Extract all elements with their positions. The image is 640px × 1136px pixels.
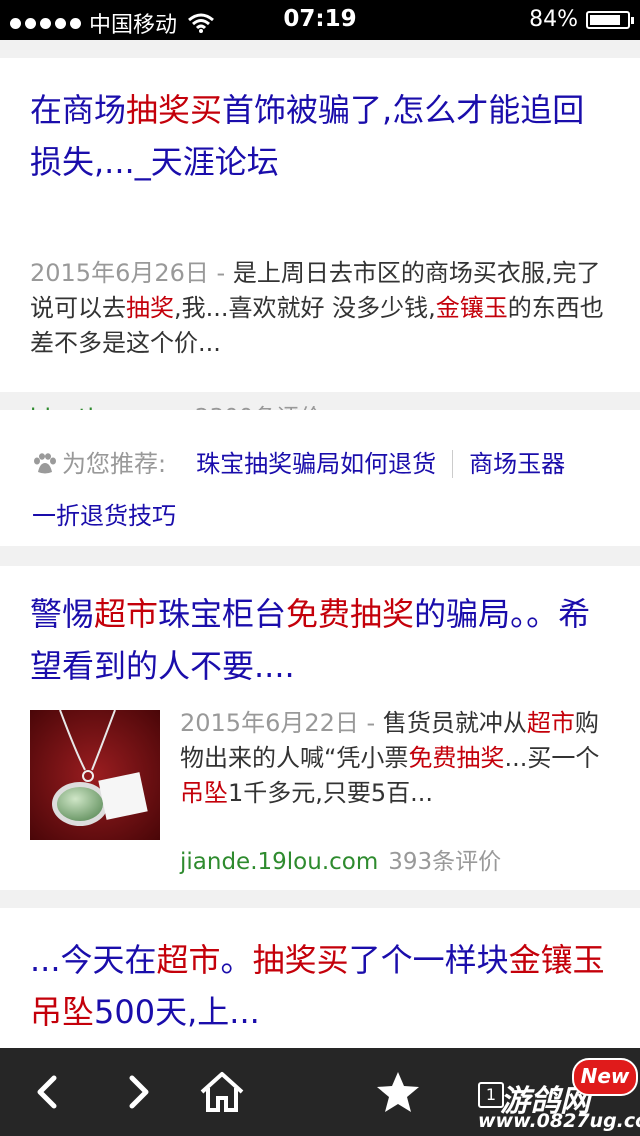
text-run: 珠宝柜台 — [158, 595, 287, 633]
result-meta: jiande.19lou.com 393条评价 — [180, 842, 501, 876]
result-date: 2015年6月26日 - — [30, 259, 226, 287]
result-thumbnail[interactable] — [30, 710, 160, 840]
watermark-url: www.0827ug.com — [478, 1110, 640, 1132]
text-run: ...买一个 — [504, 744, 600, 772]
highlight-keyword: 金镶玉 — [435, 294, 508, 322]
result-title-link[interactable]: ...今天在超市。抽奖买了个一样块金镶玉吊坠500天,上... — [0, 908, 640, 1038]
review-count: 393条评价 — [388, 849, 502, 875]
paw-icon — [34, 453, 56, 474]
pendant-image — [30, 710, 160, 840]
back-icon[interactable] — [24, 1070, 72, 1114]
highlight-keyword: 免费抽奖 — [408, 744, 505, 772]
forward-icon[interactable] — [114, 1070, 162, 1114]
highlight-keyword: 免费抽奖 — [286, 595, 415, 633]
recommend-link[interactable]: 珠宝抽奖骗局如何退货 — [196, 450, 436, 478]
highlight-keyword: 超市 — [94, 595, 159, 633]
search-result[interactable]: 警惕超市珠宝柜台免费抽奖的骗局。。希望看到的人不要.... 2015年6月22日… — [0, 566, 640, 890]
highlight-keyword: 抽奖买 — [252, 941, 349, 979]
result-snippet: 2015年6月26日 - 是上周日去市区的商场买衣服,完了说可以去抽奖,我...… — [30, 256, 620, 361]
search-result[interactable]: 在商场抽奖买首饰被骗了,怎么才能追回损失,..._天涯论坛 2015年6月26日… — [0, 58, 640, 431]
star-icon[interactable] — [374, 1070, 422, 1114]
result-title-link[interactable]: 警惕超市珠宝柜台免费抽奖的骗局。。希望看到的人不要.... — [0, 566, 640, 692]
text-run: 了个一样块 — [348, 941, 509, 979]
result-url[interactable]: jiande.19lou.com — [180, 849, 378, 875]
home-icon[interactable] — [198, 1070, 246, 1114]
highlight-keyword: 吊坠 — [180, 779, 228, 807]
result-date: 2015年6月22日 - — [180, 709, 376, 737]
text-run: 警惕 — [30, 595, 95, 633]
recommend-link[interactable]: 一折退货技巧 — [32, 502, 176, 530]
recommendation-panel: 为您推荐: 珠宝抽奖骗局如何退货 商场玉器一折退货技巧 — [0, 410, 640, 546]
text-run: ,我...喜欢就好 没多少钱, — [174, 294, 436, 322]
text-run: 。 — [220, 941, 253, 979]
highlight-keyword: 超市 — [526, 709, 575, 737]
divider — [452, 450, 454, 478]
text-run: 在商场 — [30, 91, 127, 129]
status-bar: 中国移动 07:19 84% — [0, 0, 640, 40]
result-title-link[interactable]: 在商场抽奖买首饰被骗了,怎么才能追回损失,..._天涯论坛 — [0, 58, 640, 188]
new-badge[interactable]: New — [572, 1058, 638, 1096]
highlight-keyword: 抽奖买 — [126, 91, 223, 129]
text-run: 500天,上... — [94, 993, 260, 1031]
battery-percent: 84% — [529, 7, 578, 32]
highlight-keyword: 超市 — [156, 941, 221, 979]
search-result[interactable]: ...今天在超市。抽奖买了个一样块金镶玉吊坠500天,上... — [0, 908, 640, 1048]
recommend-label: 为您推荐: — [62, 450, 167, 478]
text-run: 售货员就冲从 — [375, 709, 527, 737]
result-snippet: 2015年6月22日 - 售货员就冲从超市购物出来的人喊“凭小票免费抽奖...买… — [180, 706, 620, 811]
text-run: 1千多元,只要5百... — [228, 779, 434, 807]
battery-icon — [586, 10, 634, 29]
highlight-keyword: 抽奖 — [126, 294, 174, 322]
text-run: ...今天在 — [30, 941, 157, 979]
recommend-link[interactable]: 商场玉器 — [469, 450, 565, 478]
